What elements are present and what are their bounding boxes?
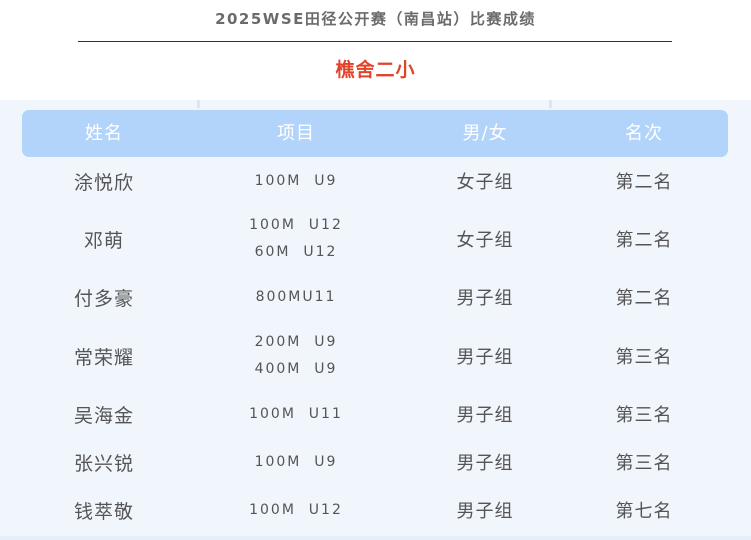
event-entry: 100M U11 bbox=[249, 405, 343, 422]
event-entry: 60M U12 bbox=[254, 244, 338, 260]
event-entry: 100M U12 bbox=[249, 501, 343, 518]
event-cell: 100M U9 bbox=[198, 441, 394, 483]
gender-group: 女子组 bbox=[456, 172, 514, 193]
table-row: 涂悦欣 100M U9 女子组 第二名 bbox=[0, 160, 751, 202]
panel-bottom-edge bbox=[0, 536, 751, 540]
school-name: 樵舍二小 bbox=[335, 59, 416, 81]
event-title: 2025WSE田径公开赛（南昌站）比赛成绩 bbox=[215, 10, 536, 28]
athlete-name: 吴海金 bbox=[73, 404, 134, 427]
rank-value: 第二名 bbox=[615, 172, 673, 193]
rank-value: 第三名 bbox=[615, 405, 673, 426]
athlete-name: 邓萌 bbox=[83, 229, 124, 252]
event-entry: 400M U9 bbox=[254, 361, 338, 377]
table-row: 付多豪 800MU11 男子组 第二名 bbox=[0, 276, 751, 318]
event-entry: 200M U9 bbox=[254, 334, 338, 350]
panel-tick-right bbox=[549, 100, 552, 108]
athlete-name: 钱萃敬 bbox=[73, 500, 134, 523]
table-header: 姓名 项目 男/女 名次 bbox=[22, 110, 728, 157]
header-area: 2025WSE田径公开赛（南昌站）比赛成绩 樵舍二小 bbox=[0, 0, 751, 100]
panel-tick-left bbox=[197, 100, 200, 108]
rank-value: 第二名 bbox=[615, 288, 673, 309]
table-row: 钱萃敬 100M U12 男子组 第七名 bbox=[0, 489, 751, 531]
table-row: 常荣耀 200M U9 400M U9 男子组 第三名 bbox=[0, 328, 751, 384]
gender-group: 男子组 bbox=[456, 501, 514, 522]
gender-group: 男子组 bbox=[456, 288, 514, 309]
event-cell: 200M U9 400M U9 bbox=[198, 328, 394, 384]
rank-value: 第二名 bbox=[615, 230, 673, 251]
column-header-gender: 男/女 bbox=[462, 123, 508, 144]
title-divider bbox=[78, 41, 672, 42]
rank-value: 第三名 bbox=[615, 453, 673, 474]
gender-group: 女子组 bbox=[456, 230, 514, 251]
event-cell: 800MU11 bbox=[198, 276, 394, 318]
gender-group: 男子组 bbox=[456, 347, 514, 368]
table-row: 吴海金 100M U11 男子组 第三名 bbox=[0, 393, 751, 435]
table-row: 张兴锐 100M U9 男子组 第三名 bbox=[0, 441, 751, 483]
column-header-rank: 名次 bbox=[625, 123, 663, 144]
column-header-name: 姓名 bbox=[85, 123, 123, 144]
event-entry: 100M U9 bbox=[254, 172, 338, 189]
event-cell: 100M U12 bbox=[198, 489, 394, 531]
table-row: 邓萌 100M U12 60M U12 女子组 第二名 bbox=[0, 211, 751, 267]
rank-value: 第七名 bbox=[615, 501, 673, 522]
event-cell: 100M U12 60M U12 bbox=[198, 211, 394, 267]
athlete-name: 涂悦欣 bbox=[73, 171, 134, 194]
event-entry: 100M U9 bbox=[254, 453, 338, 470]
athlete-name: 付多豪 bbox=[73, 287, 134, 310]
column-header-event: 项目 bbox=[277, 123, 315, 144]
rank-value: 第三名 bbox=[615, 347, 673, 368]
event-entry: 800MU11 bbox=[255, 288, 337, 305]
event-entry: 100M U12 bbox=[249, 217, 343, 233]
gender-group: 男子组 bbox=[456, 405, 514, 426]
event-cell: 100M U9 bbox=[198, 160, 394, 202]
athlete-name: 张兴锐 bbox=[73, 452, 134, 475]
gender-group: 男子组 bbox=[456, 453, 514, 474]
event-cell: 100M U11 bbox=[198, 393, 394, 435]
athlete-name: 常荣耀 bbox=[73, 346, 134, 369]
